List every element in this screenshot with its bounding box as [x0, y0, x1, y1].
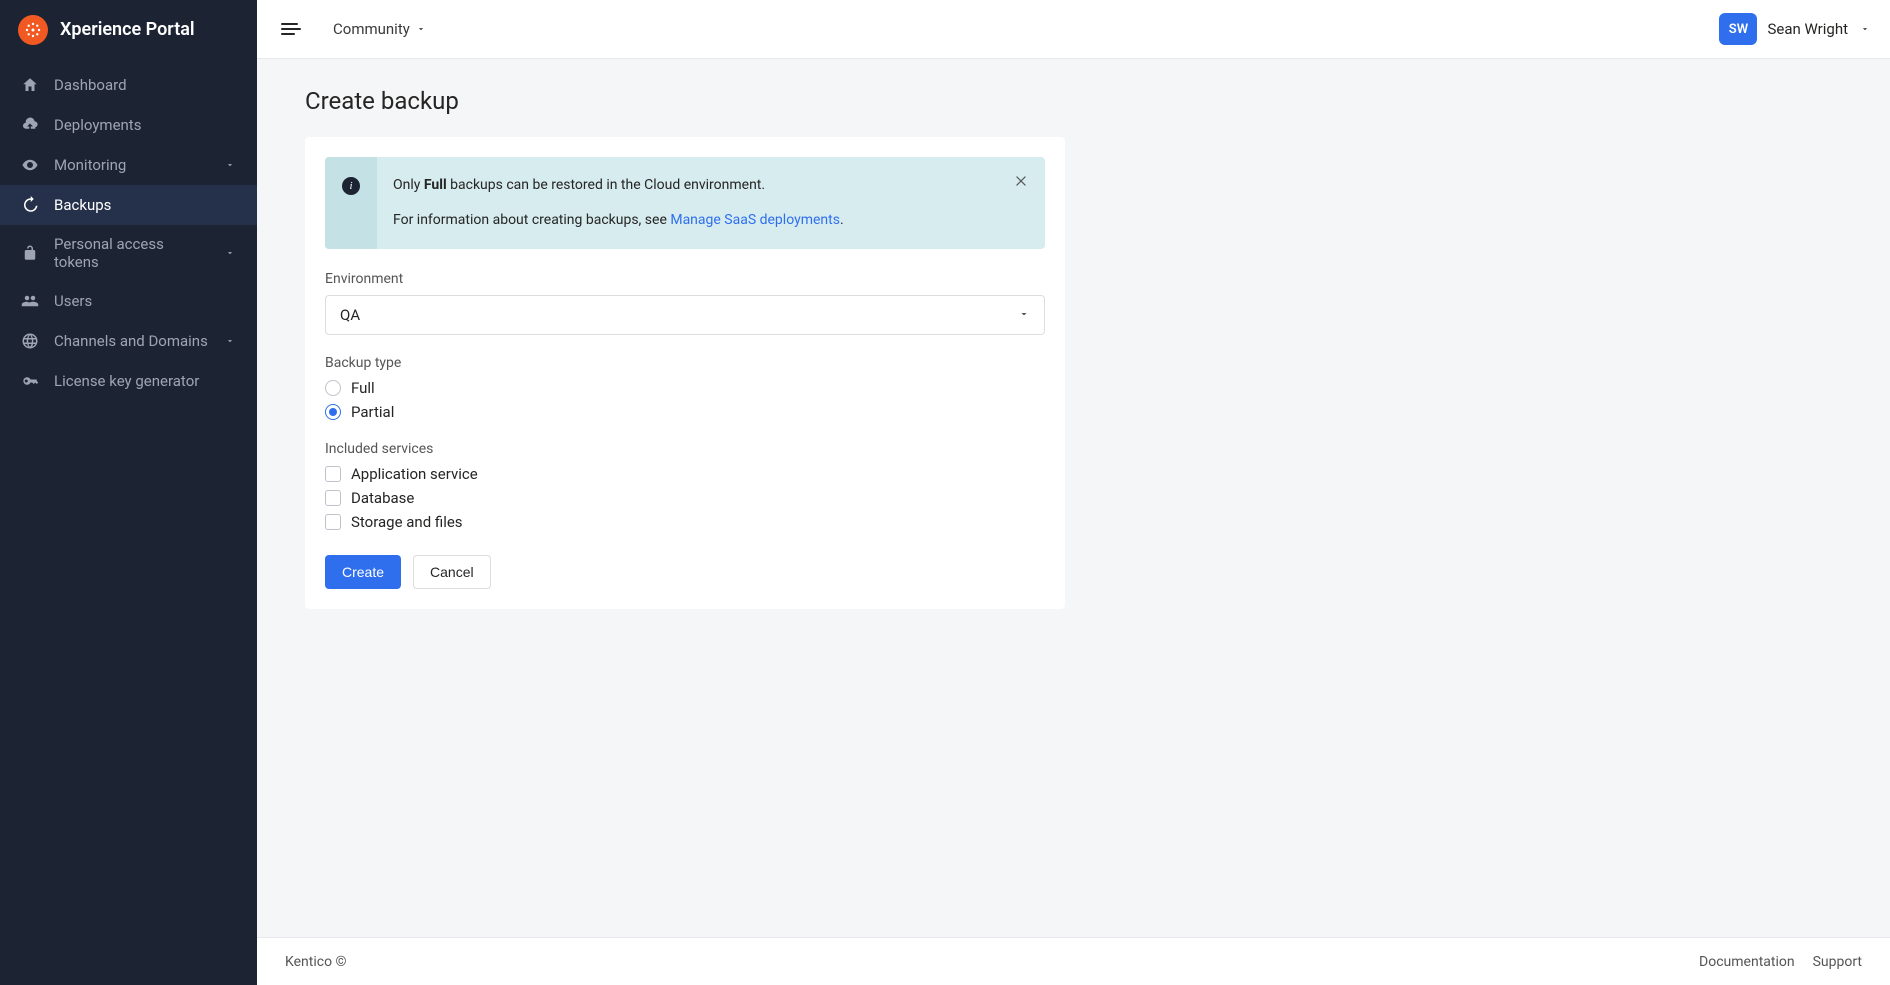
sidebar-item-label: Backups: [54, 196, 237, 214]
radio-indicator: [325, 380, 341, 396]
footer-copyright: Kentico ©: [285, 954, 347, 970]
home-icon: [20, 75, 40, 95]
info-alert: i Only Full backups can be restored in t…: [325, 157, 1045, 249]
brand-title: Xperience Portal: [60, 19, 195, 40]
sidebar-item-label: Monitoring: [54, 156, 209, 174]
alert-text: backups can be restored in the Cloud env…: [447, 177, 765, 193]
button-row: Create Cancel: [325, 555, 1045, 589]
backup-type-group: Backup type Full Partial: [325, 355, 1045, 421]
sidebar-item-license[interactable]: License key generator: [0, 361, 257, 401]
chevron-down-icon: [1018, 306, 1030, 324]
checkbox-indicator: [325, 514, 341, 530]
environment-value: QA: [340, 306, 360, 324]
radio-full[interactable]: Full: [325, 379, 1045, 397]
project-dropdown[interactable]: Community: [333, 20, 426, 38]
check-application-service[interactable]: Application service: [325, 465, 1045, 483]
footer-link-documentation[interactable]: Documentation: [1699, 954, 1795, 970]
footer-link-support[interactable]: Support: [1813, 954, 1862, 970]
alert-body: Only Full backups can be restored in the…: [377, 157, 1045, 249]
environment-group: Environment QA: [325, 271, 1045, 335]
user-avatar[interactable]: SW: [1719, 13, 1757, 45]
user-menu[interactable]: Sean Wright: [1767, 20, 1870, 38]
cloud-upload-icon: [20, 115, 40, 135]
alert-link[interactable]: Manage SaaS deployments: [670, 212, 840, 228]
sidebar-item-backups[interactable]: Backups: [0, 185, 257, 225]
alert-text: .: [840, 212, 844, 228]
sidebar-item-monitoring[interactable]: Monitoring: [0, 145, 257, 185]
lock-open-icon: [20, 243, 40, 263]
sidebar-item-channels[interactable]: Channels and Domains: [0, 321, 257, 361]
users-icon: [20, 291, 40, 311]
environment-label: Environment: [325, 271, 1045, 287]
chevron-down-icon: [1860, 20, 1870, 38]
sidebar-header: Xperience Portal: [0, 0, 257, 59]
checkbox-label: Application service: [351, 465, 478, 483]
sidebar-item-tokens[interactable]: Personal access tokens: [0, 225, 257, 281]
included-services-label: Included services: [325, 441, 1045, 457]
alert-close-button[interactable]: [1011, 171, 1031, 191]
chevron-down-icon: [223, 334, 237, 348]
nav: Dashboard Deployments Monitoring Backups…: [0, 59, 257, 401]
menu-toggle-button[interactable]: [277, 15, 305, 43]
chevron-down-icon: [223, 246, 237, 260]
main: Community SW Sean Wright Create backup i: [257, 0, 1890, 985]
footer: Kentico © Documentation Support: [257, 937, 1890, 985]
alert-bold: Full: [424, 177, 447, 193]
globe-icon: [20, 331, 40, 351]
cancel-button[interactable]: Cancel: [413, 555, 491, 589]
sidebar-item-label: License key generator: [54, 372, 237, 390]
sidebar-item-users[interactable]: Users: [0, 281, 257, 321]
radio-label: Partial: [351, 403, 394, 421]
alert-text: For information about creating backups, …: [393, 212, 670, 228]
radio-partial[interactable]: Partial: [325, 403, 1045, 421]
checkbox-label: Storage and files: [351, 513, 463, 531]
sidebar-item-label: Channels and Domains: [54, 332, 209, 350]
topbar: Community SW Sean Wright: [257, 0, 1890, 59]
radio-indicator: [325, 404, 341, 420]
sidebar-item-label: Users: [54, 292, 237, 310]
checkbox-indicator: [325, 490, 341, 506]
backup-type-label: Backup type: [325, 355, 1045, 371]
sidebar-item-label: Personal access tokens: [54, 235, 209, 271]
included-services-group: Included services Application service Da…: [325, 441, 1045, 531]
sidebar-item-deployments[interactable]: Deployments: [0, 105, 257, 145]
sidebar-item-label: Deployments: [54, 116, 237, 134]
history-icon: [20, 195, 40, 215]
alert-icon-column: i: [325, 157, 377, 249]
alert-text: Only: [393, 177, 424, 193]
key-icon: [20, 371, 40, 391]
form-card: i Only Full backups can be restored in t…: [305, 137, 1065, 609]
environment-select[interactable]: QA: [325, 295, 1045, 335]
create-button[interactable]: Create: [325, 555, 401, 589]
sidebar: Xperience Portal Dashboard Deployments M…: [0, 0, 257, 985]
eye-icon: [20, 155, 40, 175]
sidebar-item-label: Dashboard: [54, 76, 237, 94]
checkbox-label: Database: [351, 489, 414, 507]
check-storage-files[interactable]: Storage and files: [325, 513, 1045, 531]
info-icon: i: [342, 177, 360, 195]
project-label: Community: [333, 20, 410, 38]
radio-label: Full: [351, 379, 375, 397]
user-name: Sean Wright: [1767, 20, 1848, 38]
sidebar-item-dashboard[interactable]: Dashboard: [0, 65, 257, 105]
check-database[interactable]: Database: [325, 489, 1045, 507]
chevron-down-icon: [223, 158, 237, 172]
content: Create backup i Only Full backups can be…: [257, 59, 1890, 937]
brand-logo-icon: [18, 15, 48, 45]
chevron-down-icon: [416, 20, 426, 38]
checkbox-indicator: [325, 466, 341, 482]
page-title: Create backup: [305, 87, 1842, 115]
